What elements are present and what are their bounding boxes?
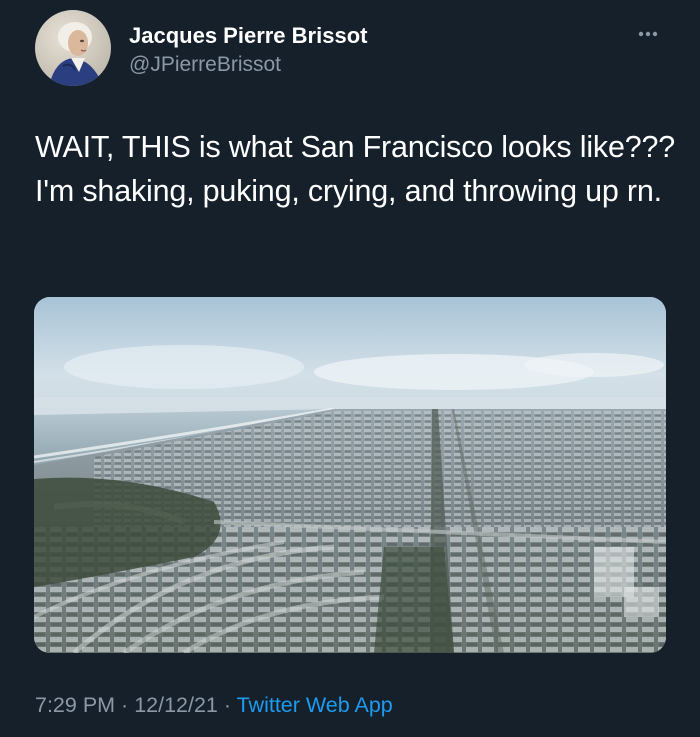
tweet-photo[interactable] <box>34 297 666 653</box>
tweet-text: WAIT, THIS is what San Francisco looks l… <box>35 130 676 208</box>
avatar[interactable] <box>35 10 111 86</box>
author-handle[interactable]: @JPierreBrissot <box>129 51 281 79</box>
tweet-card: Jacques Pierre Brissot @JPierreBrissot W… <box>0 0 700 737</box>
tweet-meta: 7:29 PM · 12/12/21 · Twitter Web App <box>35 690 393 720</box>
tweet-time[interactable]: 7:29 PM <box>35 693 115 717</box>
more-options-button[interactable] <box>628 20 668 48</box>
meta-separator: · <box>115 693 135 717</box>
more-horizontal-icon <box>638 31 658 37</box>
author-name[interactable]: Jacques Pierre Brissot <box>129 22 367 50</box>
tweet-date[interactable]: 12/12/21 <box>134 693 218 717</box>
meta-separator: · <box>217 693 237 717</box>
tweet-source-link[interactable]: Twitter Web App <box>237 693 393 717</box>
